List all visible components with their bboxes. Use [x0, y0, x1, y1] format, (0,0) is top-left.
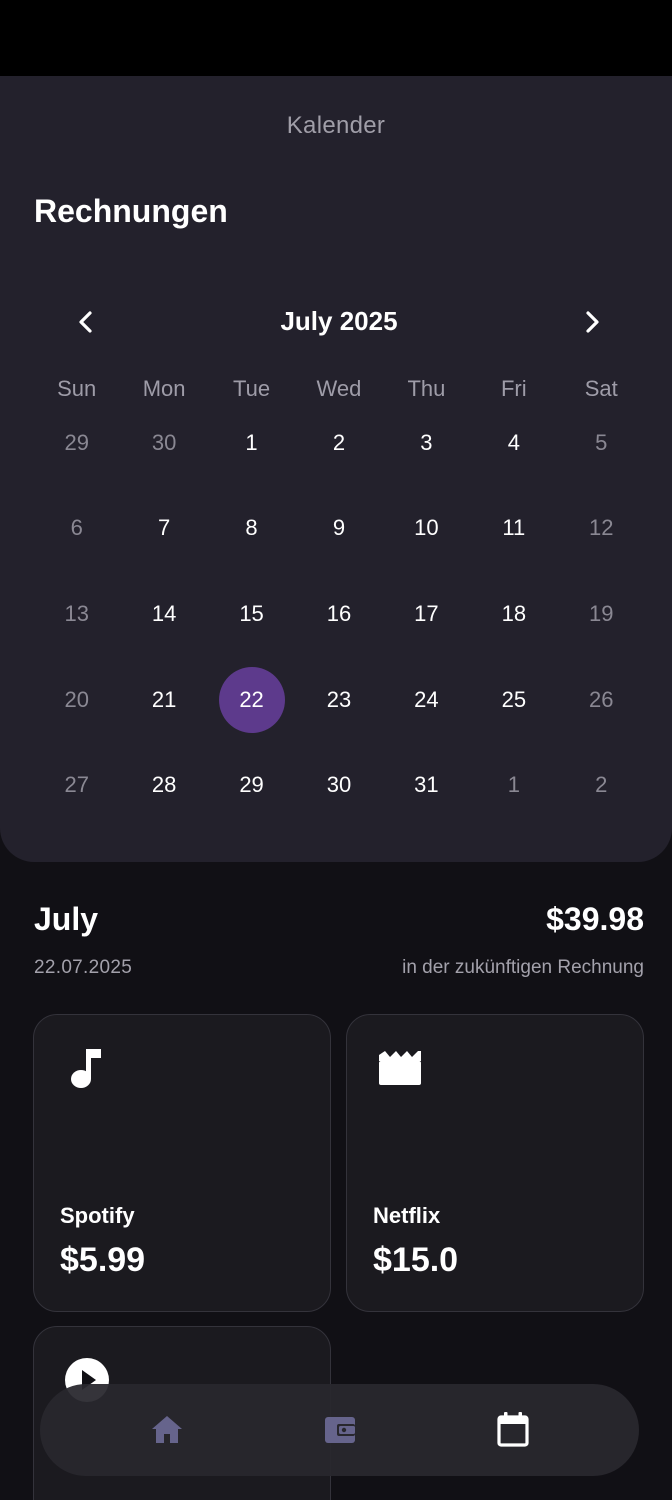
calendar-day-label: 19 [589, 600, 614, 626]
calendar-day[interactable]: 1 [208, 400, 295, 486]
calendar-day[interactable]: 19 [558, 571, 645, 657]
calendar-day[interactable]: 12 [558, 486, 645, 572]
calendar-day-label: 1 [507, 772, 520, 798]
calendar-day-selected[interactable]: 22 [208, 657, 295, 743]
calendar-day-label: 13 [64, 600, 89, 626]
calendar-day-label: 12 [589, 515, 614, 541]
calendar-day[interactable]: 15 [208, 571, 295, 657]
calendar-day[interactable]: 24 [383, 657, 470, 743]
bill-name: Spotify [60, 1203, 135, 1228]
calendar-day[interactable]: 4 [470, 400, 557, 486]
calendar-day-label: 18 [501, 600, 527, 626]
calendar-day-label: 4 [507, 429, 520, 455]
calendar-day[interactable]: 25 [470, 657, 557, 743]
calendar-day-label: 30 [326, 772, 352, 798]
calendar-day-label: 23 [326, 686, 352, 712]
calendar-day-label: 16 [326, 600, 352, 626]
calendar-day-label: 14 [151, 600, 177, 626]
movie-clapper-icon [377, 1045, 423, 1091]
calendar-day-label: 20 [64, 686, 89, 712]
calendar-day[interactable]: 27 [33, 742, 120, 828]
calendar-day-label: 5 [595, 429, 608, 455]
wallet-icon [324, 1417, 355, 1443]
bill-name: Netflix [373, 1203, 441, 1228]
calendar-day[interactable]: 11 [470, 486, 557, 572]
calendar-day[interactable]: 31 [383, 742, 470, 828]
calendar-day[interactable]: 30 [120, 400, 207, 486]
calendar-day[interactable]: 2 [295, 400, 382, 486]
calendar-day[interactable]: 17 [383, 571, 470, 657]
calendar-day-label: 30 [151, 429, 177, 455]
calendar-day[interactable]: 23 [295, 657, 382, 743]
home-icon [151, 1416, 182, 1443]
calendar-day-label: 7 [158, 515, 171, 541]
section-title: Rechnungen [34, 193, 228, 229]
calendar-day[interactable]: 20 [33, 657, 120, 743]
calendar-day[interactable]: 7 [120, 486, 207, 572]
calendar-day-label: 28 [151, 772, 177, 798]
calendar-day-label: 11 [502, 515, 526, 541]
calendar-day-label: 3 [420, 429, 433, 455]
nav-wallet-button[interactable] [308, 1398, 372, 1462]
calendar-day[interactable]: 18 [470, 571, 557, 657]
calendar-day[interactable]: 8 [208, 486, 295, 572]
summary-month: July [34, 901, 99, 937]
bill-price: $15.0 [373, 1241, 459, 1279]
bottom-navigation [40, 1384, 639, 1476]
calendar-day-label: 2 [595, 772, 608, 798]
calendar-day-label: 6 [70, 515, 83, 541]
calendar-day-label: 9 [332, 515, 346, 541]
calendar-day[interactable]: 9 [295, 486, 382, 572]
screen-title: Kalender [286, 112, 386, 139]
nav-home-button[interactable] [135, 1398, 199, 1462]
calendar-day-label: 1 [245, 429, 258, 455]
calendar-day[interactable]: 21 [120, 657, 207, 743]
calendar-day-label: 29 [239, 772, 264, 798]
calendar-day[interactable]: 29 [208, 742, 295, 828]
calendar-day-label: 26 [589, 686, 614, 712]
calendar-day[interactable]: 5 [558, 400, 645, 486]
calendar-day[interactable]: 29 [33, 400, 120, 486]
calendar-day[interactable]: 28 [120, 742, 207, 828]
bill-card-spotify[interactable]: Spotify $5.99 [33, 1014, 331, 1312]
calendar-day-label: 17 [414, 600, 439, 626]
calendar-day[interactable]: 1 [470, 742, 557, 828]
calendar-day[interactable]: 3 [383, 400, 470, 486]
calendar-day[interactable]: 30 [295, 742, 382, 828]
calendar-day-label: 25 [501, 686, 527, 712]
calendar-day-label: 2 [332, 429, 346, 455]
calendar-day-label: 15 [239, 600, 264, 626]
calendar-day-label: 21 [151, 686, 177, 712]
calendar-day[interactable]: 10 [383, 486, 470, 572]
calendar-day-label: 29 [64, 429, 89, 455]
calendar-day-label: 24 [414, 686, 439, 712]
summary-date: 22.07.2025 [34, 957, 133, 978]
music-note-icon [64, 1045, 110, 1091]
calendar-day-label: 27 [64, 772, 89, 798]
bill-card-netflix[interactable]: Netflix $15.0 [346, 1014, 644, 1312]
summary-total: $39.98 [546, 901, 644, 937]
calendar-day[interactable]: 2 [558, 742, 645, 828]
nav-calendar-button[interactable] [481, 1398, 545, 1462]
calendar-day[interactable]: 6 [33, 486, 120, 572]
summary-note: in der zukünftigen Rechnung [402, 957, 644, 978]
status-bar [0, 0, 672, 76]
calendar-day-label: 8 [245, 515, 258, 541]
calendar-days-grid: 29 30 1 2 3 4 5 6 7 8 9 10 11 12 13 14 15 16 17 18 19 20 21 22 2… [33, 400, 645, 828]
calendar-icon [496, 1412, 529, 1447]
calendar-day[interactable]: 14 [120, 571, 207, 657]
calendar-day[interactable]: 26 [558, 657, 645, 743]
bill-price: $5.99 [60, 1241, 146, 1279]
calendar-day[interactable]: 16 [295, 571, 382, 657]
calendar-day-label: 22 [239, 686, 264, 712]
chevron-right-icon [586, 311, 599, 333]
next-month-button[interactable] [572, 302, 612, 342]
calendar-day-label: 31 [414, 772, 439, 798]
calendar-day[interactable]: 13 [33, 571, 120, 657]
calendar-day-label: 10 [414, 515, 439, 541]
